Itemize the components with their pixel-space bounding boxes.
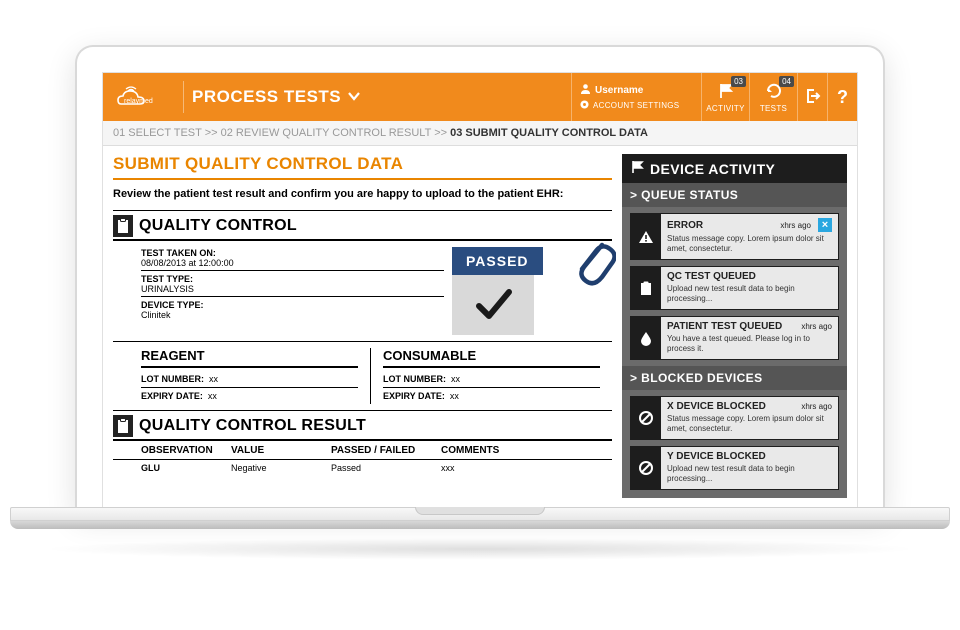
header-activity[interactable]: 03 ACTIVITY	[701, 73, 749, 121]
user-icon	[580, 83, 591, 97]
device-type-label: DEVICE TYPE:	[141, 300, 444, 310]
gear-icon	[580, 100, 589, 111]
user-menu[interactable]: Username ACCOUNT SETTINGS	[571, 73, 701, 121]
drop-icon	[631, 317, 661, 359]
header-logout[interactable]	[797, 73, 827, 121]
clipboard-icon	[113, 415, 133, 437]
result-com: xxx	[441, 463, 612, 473]
page-instruction: Review the patient test result and confi…	[113, 188, 612, 200]
blocked-icon	[631, 397, 661, 439]
activity-label: ACTIVITY	[706, 104, 744, 113]
crumb-step3-current: 03 SUBMIT QUALITY CONTROL DATA	[450, 127, 648, 139]
quality-control-card: QUALITY CONTROL TEST TAKEN ON:08/08/2013…	[113, 210, 612, 411]
header-tests[interactable]: 04 TESTS	[749, 73, 797, 121]
reagent-heading: REAGENT	[141, 348, 358, 368]
activity-item[interactable]: PATIENT TEST QUEUED xhrs ago You have a te…	[630, 316, 839, 360]
activity-item-title: X DEVICE BLOCKED	[667, 401, 766, 412]
device-activity-panel: DEVICE ACTIVITY > QUEUE STATUS ERROR xhrs…	[622, 154, 847, 498]
activity-badge: 03	[731, 76, 746, 87]
app-screen: relaymed PROCESS TESTS Username	[102, 72, 858, 512]
clipboard-icon	[631, 267, 661, 309]
app-title: PROCESS TESTS	[192, 87, 341, 107]
result-table-row: GLU Negative Passed xxx	[113, 459, 612, 476]
close-icon[interactable]: ×	[818, 218, 832, 232]
brand-logo[interactable]: relaymed	[103, 73, 183, 121]
main-content: SUBMIT QUALITY CONTROL DATA Review the p…	[113, 154, 612, 498]
consumable-lot: xx	[451, 374, 460, 384]
logout-icon	[805, 88, 821, 106]
activity-item-title: PATIENT TEST QUEUED	[667, 321, 782, 332]
consumable-heading: CONSUMABLE	[383, 348, 600, 368]
warning-icon	[631, 214, 661, 259]
queue-status-heading[interactable]: > QUEUE STATUS	[622, 183, 847, 207]
qc-card-title: QUALITY CONTROL	[139, 217, 297, 235]
activity-item-time: xhrs ago	[801, 322, 832, 331]
activity-item-time: xhrs ago	[801, 402, 832, 411]
tests-badge: 04	[779, 76, 794, 87]
activity-item-desc: Upload new test result data to begin pro…	[667, 284, 832, 304]
tests-label: TESTS	[760, 104, 787, 113]
page-title: SUBMIT QUALITY CONTROL DATA	[113, 154, 612, 180]
clipboard-icon	[113, 215, 133, 237]
flag-icon	[630, 160, 644, 177]
chevron-down-icon	[347, 88, 361, 106]
test-type-value: URINALYSIS	[141, 284, 444, 294]
qc-result-title: QUALITY CONTROL RESULT	[139, 417, 366, 435]
help-icon: ?	[837, 87, 848, 108]
activity-item-time: xhrs ago	[780, 221, 811, 230]
reagent-lot: xx	[209, 374, 218, 384]
test-taken-value: 08/08/2013 at 12:00:00	[141, 258, 444, 268]
activity-item[interactable]: QC TEST QUEUED Upload new test result dat…	[630, 266, 839, 310]
test-type-label: TEST TYPE:	[141, 274, 444, 284]
result-val: Negative	[231, 463, 331, 473]
activity-item-title: Y DEVICE BLOCKED	[667, 451, 766, 462]
crumb-step2[interactable]: 02 REVIEW QUALITY CONTROL RESULT	[221, 127, 431, 139]
reagent-expiry: xx	[208, 391, 217, 401]
header-help[interactable]: ?	[827, 73, 857, 121]
activity-item-title: ERROR	[667, 220, 703, 231]
check-icon	[471, 282, 515, 326]
status-check-box	[452, 273, 534, 335]
activity-item[interactable]: Y DEVICE BLOCKED Upload new test result d…	[630, 446, 839, 490]
device-activity-heading: DEVICE ACTIVITY	[650, 161, 775, 177]
activity-item-desc: Status message copy. Lorem ipsum dolor s…	[667, 234, 832, 254]
app-header: relaymed PROCESS TESTS Username	[103, 73, 857, 121]
activity-item[interactable]: X DEVICE BLOCKED xhrs ago Status message c…	[630, 396, 839, 440]
blocked-devices-heading[interactable]: > BLOCKED DEVICES	[622, 366, 847, 390]
username-label: Username	[595, 85, 643, 96]
activity-item-title: QC TEST QUEUED	[667, 271, 756, 282]
app-title-dropdown[interactable]: PROCESS TESTS	[183, 81, 361, 113]
svg-text:relaymed: relaymed	[124, 98, 153, 105]
breadcrumb: 01 SELECT TEST >> 02 REVIEW QUALITY CONT…	[103, 121, 857, 146]
status-badge: PASSED	[452, 247, 543, 275]
activity-item-desc: Status message copy. Lorem ipsum dolor s…	[667, 414, 832, 434]
result-table-header: OBSERVATION VALUE PASSED / FAILED COMMEN…	[113, 441, 612, 459]
consumable-expiry: xx	[450, 391, 459, 401]
result-obs: GLU	[141, 463, 231, 473]
result-pf: Passed	[331, 463, 441, 473]
paperclip-icon[interactable]	[572, 235, 616, 296]
account-settings-label: ACCOUNT SETTINGS	[593, 101, 679, 110]
qc-result-card: QUALITY CONTROL RESULT OBSERVATION VALUE…	[113, 410, 612, 476]
account-settings-link[interactable]: ACCOUNT SETTINGS	[580, 100, 693, 111]
device-type-value: Clinitek	[141, 310, 444, 320]
test-taken-label: TEST TAKEN ON:	[141, 248, 444, 258]
activity-item-desc: You have a test queued. Please log in to…	[667, 334, 832, 354]
activity-item[interactable]: ERROR xhrs ago × Status message copy. Lorem…	[630, 213, 839, 260]
activity-item-desc: Upload new test result data to begin pro…	[667, 464, 832, 484]
blocked-icon	[631, 447, 661, 489]
crumb-step1[interactable]: 01 SELECT TEST	[113, 127, 202, 139]
